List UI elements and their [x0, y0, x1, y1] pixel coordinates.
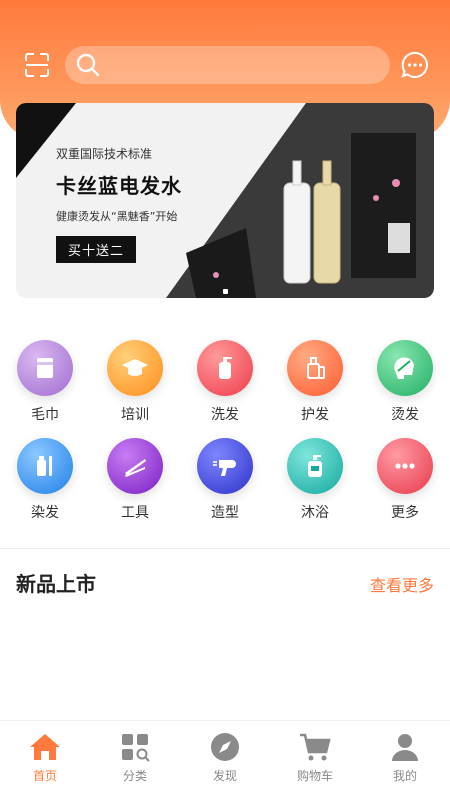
search-input[interactable] — [101, 46, 390, 84]
tab-profile[interactable]: 我的 — [360, 721, 450, 800]
category-more[interactable]: 更多 — [360, 438, 450, 522]
category-label: 工具 — [121, 505, 149, 521]
chat-bubble-icon — [401, 51, 428, 78]
section-divider — [0, 548, 450, 549]
cart-icon — [300, 733, 331, 761]
category-label: 沐浴 — [301, 505, 329, 521]
perm-head-icon — [377, 340, 433, 396]
category-tools[interactable]: 工具 — [90, 438, 180, 522]
carousel-dot[interactable] — [222, 289, 228, 294]
tab-cart[interactable]: 购物车 — [270, 721, 360, 800]
category-styling[interactable]: 造型 — [180, 438, 270, 522]
category-icon — [122, 734, 150, 762]
category-grid: 毛巾 培训 洗发 护发 烫发 染发 工具 造型 沐浴 更多 — [0, 340, 450, 522]
category-haircare[interactable]: 护发 — [270, 340, 360, 424]
scan-icon — [25, 53, 49, 77]
category-label: 造型 — [211, 505, 239, 521]
category-hair-dye[interactable]: 染发 — [0, 438, 90, 522]
search-bar[interactable] — [65, 46, 390, 84]
banner-title: 卡丝蓝电发水 — [56, 174, 182, 198]
tab-label: 发现 — [212, 769, 237, 783]
body-wash-icon — [287, 438, 343, 494]
more-dots-icon — [377, 438, 433, 494]
dye-brush-icon — [17, 438, 73, 494]
message-button[interactable] — [400, 50, 430, 80]
user-icon — [392, 734, 418, 761]
hair-dryer-icon — [197, 438, 253, 494]
scan-button[interactable] — [20, 48, 54, 82]
banner-text-block: 双重国际技术标准 卡丝蓝电发水 健康烫发从“黑魅香”开始 买十送二 — [56, 145, 182, 263]
category-label: 染发 — [31, 505, 59, 521]
tab-label: 首页 — [32, 769, 57, 783]
category-shampoo[interactable]: 洗发 — [180, 340, 270, 424]
bottom-tab-bar: 首页 分类 发现 购物车 我的 — [0, 720, 450, 800]
banner-subtitle: 双重国际技术标准 — [56, 147, 153, 161]
banner-promo-tag: 买十送二 — [56, 236, 137, 263]
shampoo-bottle-icon — [197, 340, 253, 396]
tab-discover[interactable]: 发现 — [180, 721, 270, 800]
graduation-cap-icon — [107, 340, 163, 396]
tab-label: 分类 — [122, 769, 147, 783]
conditioner-bottle-icon — [287, 340, 343, 396]
category-label: 毛巾 — [31, 407, 59, 423]
towel-icon — [17, 340, 73, 396]
home-icon — [30, 734, 60, 760]
category-perm[interactable]: 烫发 — [360, 340, 450, 424]
banner-description: 健康烫发从“黑魅香”开始 — [56, 210, 178, 223]
carousel-indicator — [16, 289, 434, 294]
category-label: 洗发 — [211, 407, 239, 423]
category-label: 烫发 — [391, 407, 419, 423]
tab-category[interactable]: 分类 — [90, 721, 180, 800]
compass-icon — [211, 733, 239, 761]
category-training[interactable]: 培训 — [90, 340, 180, 424]
tab-label: 我的 — [392, 769, 417, 783]
tab-label: 购物车 — [296, 769, 333, 783]
promo-banner[interactable]: 双重国际技术标准 卡丝蓝电发水 健康烫发从“黑魅香”开始 买十送二 — [16, 103, 434, 298]
category-label: 护发 — [301, 407, 329, 423]
search-icon — [76, 53, 100, 77]
hair-straightener-icon — [107, 438, 163, 494]
category-bath[interactable]: 沐浴 — [270, 438, 360, 522]
category-label: 培训 — [121, 407, 149, 423]
tab-home[interactable]: 首页 — [0, 721, 90, 800]
category-towel[interactable]: 毛巾 — [0, 340, 90, 424]
new-products-title: 新品上市 — [16, 572, 96, 596]
category-label: 更多 — [391, 505, 419, 521]
see-more-link[interactable]: 查看更多 — [370, 572, 434, 596]
